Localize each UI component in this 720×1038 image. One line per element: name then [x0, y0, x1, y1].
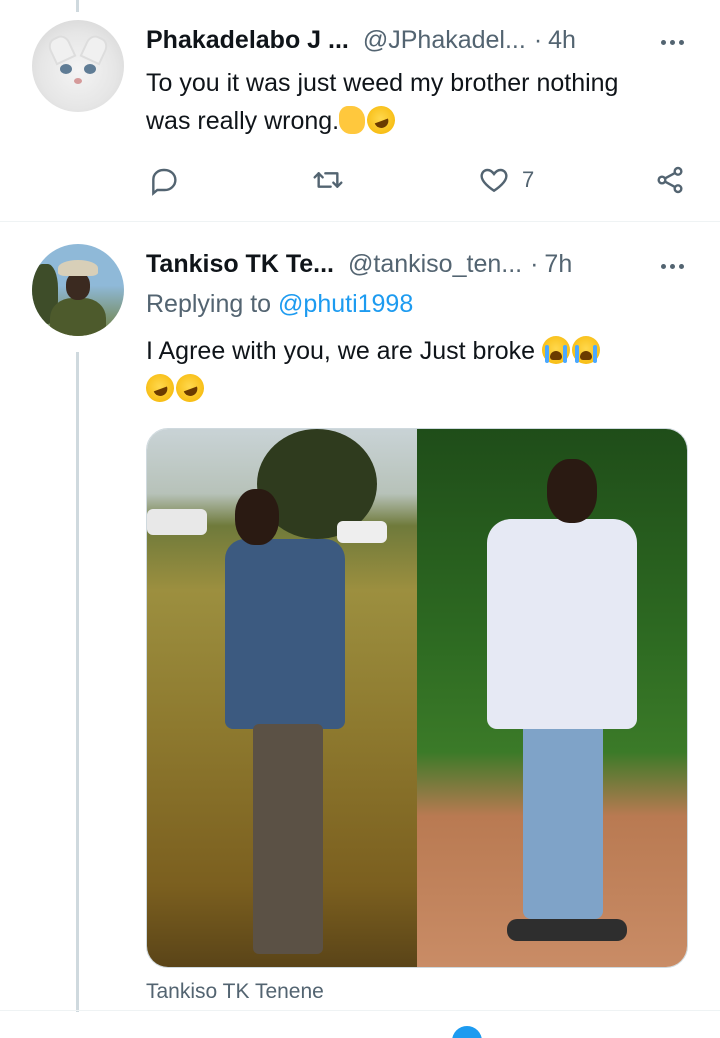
photo-person-right — [477, 459, 637, 959]
cat-eye-left — [60, 64, 72, 74]
like-count: 7 — [522, 167, 535, 192]
rolling-laughing-emoji — [142, 370, 178, 406]
timestamp[interactable]: 7h — [544, 250, 572, 279]
tweet-text-line-1-content: I Agree with you, we are Just broke — [146, 337, 536, 365]
cat-ear-left — [45, 32, 77, 66]
more-options-icon[interactable] — [661, 40, 684, 45]
replying-to: Replying to @phuti1998 — [146, 290, 413, 319]
avatar-hat — [58, 260, 98, 276]
avatar[interactable] — [32, 20, 124, 112]
tweet-text-line-1: To you it was just weed my brother nothi… — [146, 69, 619, 97]
display-name[interactable]: Phakadelabo J ... — [146, 26, 349, 55]
separator-dot: · — [533, 26, 543, 54]
tweet-text-line-2: was really wrong. — [146, 102, 696, 140]
tweet-2[interactable]: Tankiso TK Te... @tankiso_ten... · 7h Re… — [0, 222, 720, 1012]
new-posts-indicator-icon[interactable] — [452, 1026, 482, 1038]
media-photo-left[interactable] — [147, 429, 417, 967]
cat-nose — [74, 78, 82, 84]
user-handle[interactable]: @JPhakadel... — [363, 26, 526, 55]
display-name[interactable]: Tankiso TK Te... — [146, 250, 334, 279]
photo-van-left — [147, 509, 207, 535]
separator-dot: · — [530, 250, 539, 278]
thread-line — [76, 352, 79, 1012]
reply-button[interactable] — [148, 162, 180, 198]
timestamp[interactable]: 4h — [548, 26, 576, 55]
share-icon — [657, 166, 683, 194]
heart-icon — [480, 168, 508, 193]
thumbs-up-emoji — [339, 106, 366, 134]
reply-mention-link[interactable]: @phuti1998 — [278, 290, 413, 318]
loudly-crying-emoji — [572, 336, 601, 364]
retweet-icon — [313, 172, 343, 188]
tweet-actions: 7 — [146, 162, 690, 202]
avatar-head — [66, 272, 90, 300]
retweet-button[interactable] — [312, 162, 344, 198]
avatar[interactable] — [32, 244, 124, 336]
tweet-header: Tankiso TK Te... @tankiso_ten... · 7h — [146, 250, 572, 280]
more-options-icon[interactable] — [661, 264, 684, 269]
tweet-text: I Agree with you, we are Just broke — [142, 332, 696, 408]
media-photo-right[interactable] — [417, 429, 687, 967]
tweet-text: To you it was just weed my brother nothi… — [146, 64, 696, 140]
tweet-header: Phakadelabo J ... @JPhakadel... · 4h — [146, 26, 576, 56]
photo-person-left — [225, 489, 365, 967]
cat-ear-right — [79, 32, 111, 66]
tweet-text-line-2-content: was really wrong. — [146, 107, 340, 135]
user-handle[interactable]: @tankiso_ten... — [348, 250, 522, 279]
tweet-text-line-2 — [142, 370, 696, 408]
share-button[interactable] — [654, 162, 686, 198]
tweet-text-line-1: I Agree with you, we are Just broke — [146, 332, 696, 370]
reply-icon — [152, 168, 177, 196]
rolling-laughing-emoji — [172, 370, 208, 406]
avatar-body — [50, 298, 106, 336]
tweet-1[interactable]: Phakadelabo J ... @JPhakadel... · 4h To … — [0, 0, 720, 222]
rolling-laughing-emoji — [363, 102, 400, 138]
replying-to-label: Replying to — [146, 290, 279, 318]
tweet-media[interactable] — [146, 428, 688, 968]
cat-eye-right — [84, 64, 96, 74]
divider — [0, 1010, 720, 1011]
loudly-crying-emoji — [542, 336, 571, 364]
like-button[interactable]: 7 — [478, 162, 534, 198]
media-caption: Tankiso TK Tenene — [146, 980, 324, 1003]
